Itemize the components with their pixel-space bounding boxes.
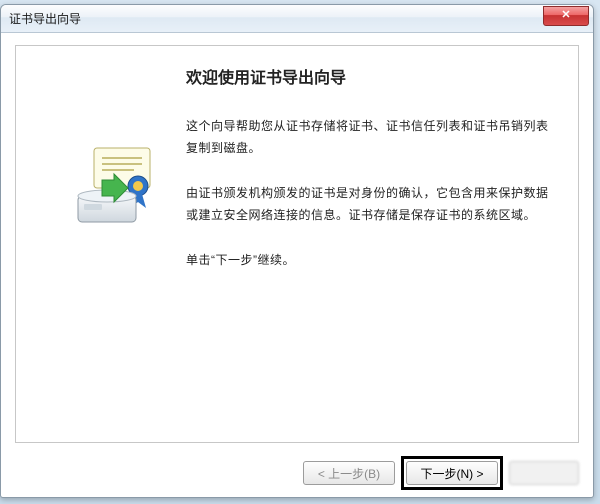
window-title: 证书导出向导 [9,10,81,27]
side-graphic-panel [16,46,176,442]
wizard-footer: < 上一步(B) 下一步(N) > [1,449,593,497]
cancel-button[interactable] [509,461,579,485]
next-button[interactable]: 下一步(N) > [406,461,498,485]
content-panel: 欢迎使用证书导出向导 这个向导帮助您从证书存储将证书、证书信任列表和证书吊销列表… [176,46,578,442]
wizard-intro-text: 这个向导帮助您从证书存储将证书、证书信任列表和证书吊销列表复制到磁盘。 [186,116,554,159]
wizard-heading: 欢迎使用证书导出向导 [186,64,554,88]
titlebar: 证书导出向导 ✕ [1,5,593,33]
wizard-continue-hint: 单击“下一步”继续。 [186,250,554,272]
close-button[interactable]: ✕ [543,6,589,26]
next-button-highlight: 下一步(N) > [401,456,503,490]
certificate-icon [76,146,166,241]
close-icon: ✕ [561,10,570,21]
wizard-explain-text: 由证书颁发机构颁发的证书是对身份的确认，它包含用来保护数据或建立安全网络连接的信… [186,183,554,226]
back-button: < 上一步(B) [303,461,395,485]
wizard-body: 欢迎使用证书导出向导 这个向导帮助您从证书存储将证书、证书信任列表和证书吊销列表… [15,45,579,443]
wizard-window: 证书导出向导 ✕ [0,4,594,498]
